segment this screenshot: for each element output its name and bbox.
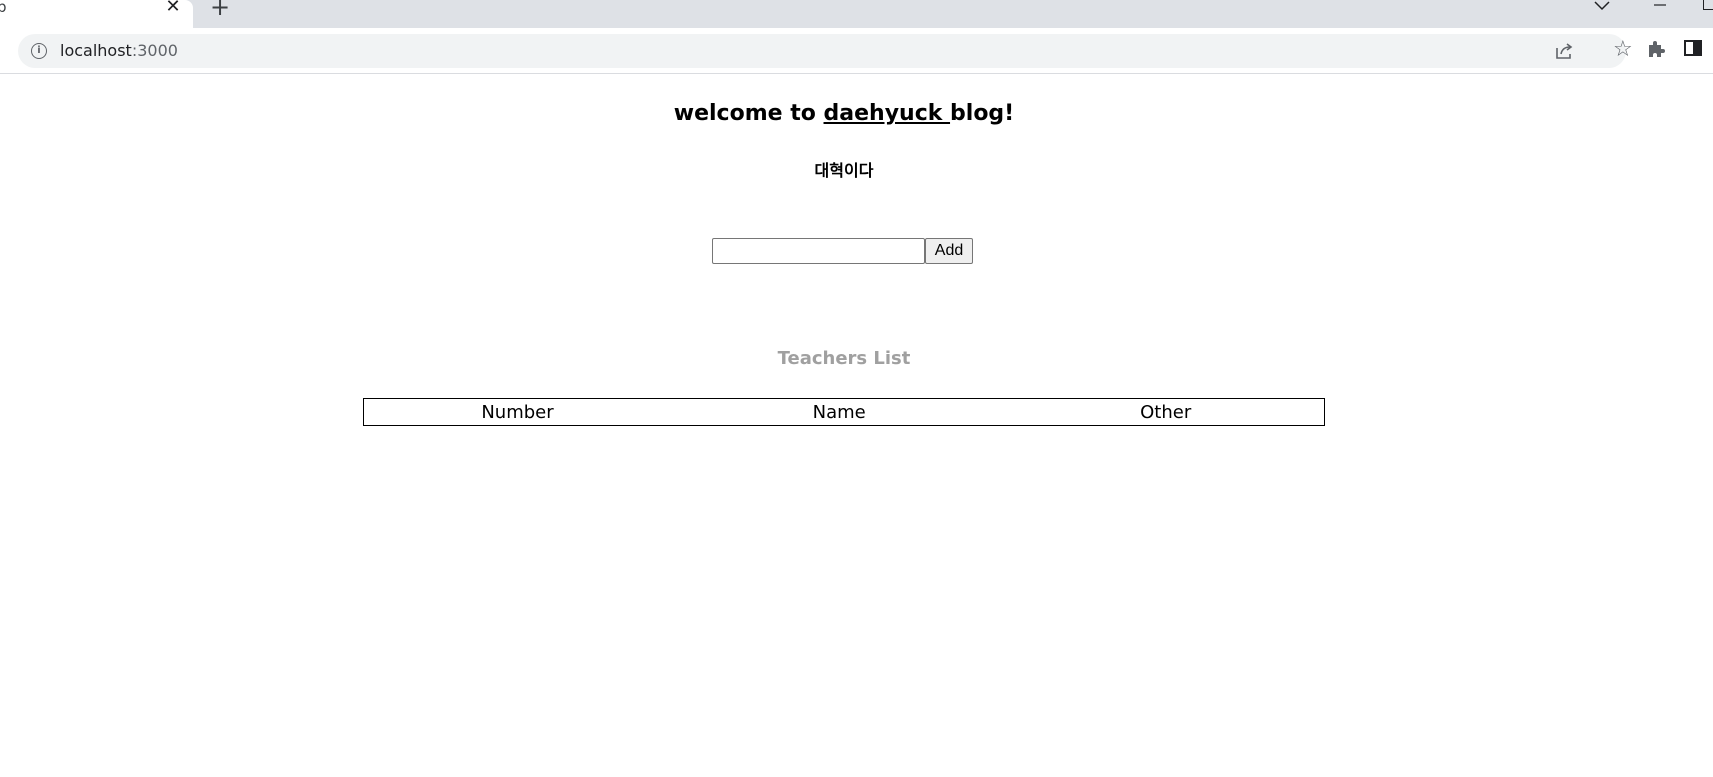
url-text[interactable]: localhost:3000 <box>60 41 178 60</box>
header-other: Other <box>1140 401 1192 423</box>
teachers-table: Number Name Other <box>363 398 1325 426</box>
title-suffix: blog! <box>950 101 1015 126</box>
browser-tab[interactable]: p ✕ <box>0 0 193 28</box>
teacher-input[interactable] <box>712 238 925 264</box>
page-content: welcome to daehyuck blog! 대혁이다 Add Teach… <box>0 75 1713 777</box>
side-panel-icon[interactable] <box>1684 40 1702 56</box>
new-tab-icon[interactable]: + <box>209 0 231 19</box>
title-link[interactable]: daehyuck <box>824 101 951 126</box>
table-header-row: Number Name Other <box>364 399 1325 426</box>
maximize-icon[interactable] <box>1703 0 1713 10</box>
info-icon[interactable]: i <box>31 43 47 59</box>
url-port: :3000 <box>131 41 178 60</box>
browser-toolbar: i localhost:3000 ☆ <box>0 28 1713 74</box>
address-bar[interactable]: i localhost:3000 ☆ <box>18 34 1633 68</box>
minimize-icon[interactable] <box>1652 0 1668 10</box>
tab-title: p <box>0 0 7 16</box>
list-title: Teachers List <box>777 348 911 369</box>
close-tab-icon[interactable]: ✕ <box>164 0 182 16</box>
page-title: welcome to daehyuck blog! <box>0 101 1688 126</box>
tab-strip: p ✕ + <box>0 0 1713 28</box>
title-prefix: welcome to <box>673 101 824 126</box>
add-form: Add <box>712 238 973 264</box>
share-icon[interactable] <box>1554 42 1574 60</box>
bookmark-star-icon[interactable]: ☆ <box>1613 38 1633 62</box>
header-name: Name <box>812 401 866 423</box>
header-number: Number <box>481 401 554 423</box>
chevron-down-icon[interactable] <box>1592 0 1612 13</box>
url-host: localhost <box>60 41 132 60</box>
page-subtitle: 대혁이다 <box>814 161 874 180</box>
extensions-puzzle-icon[interactable] <box>1645 38 1667 60</box>
add-button[interactable]: Add <box>925 238 973 264</box>
